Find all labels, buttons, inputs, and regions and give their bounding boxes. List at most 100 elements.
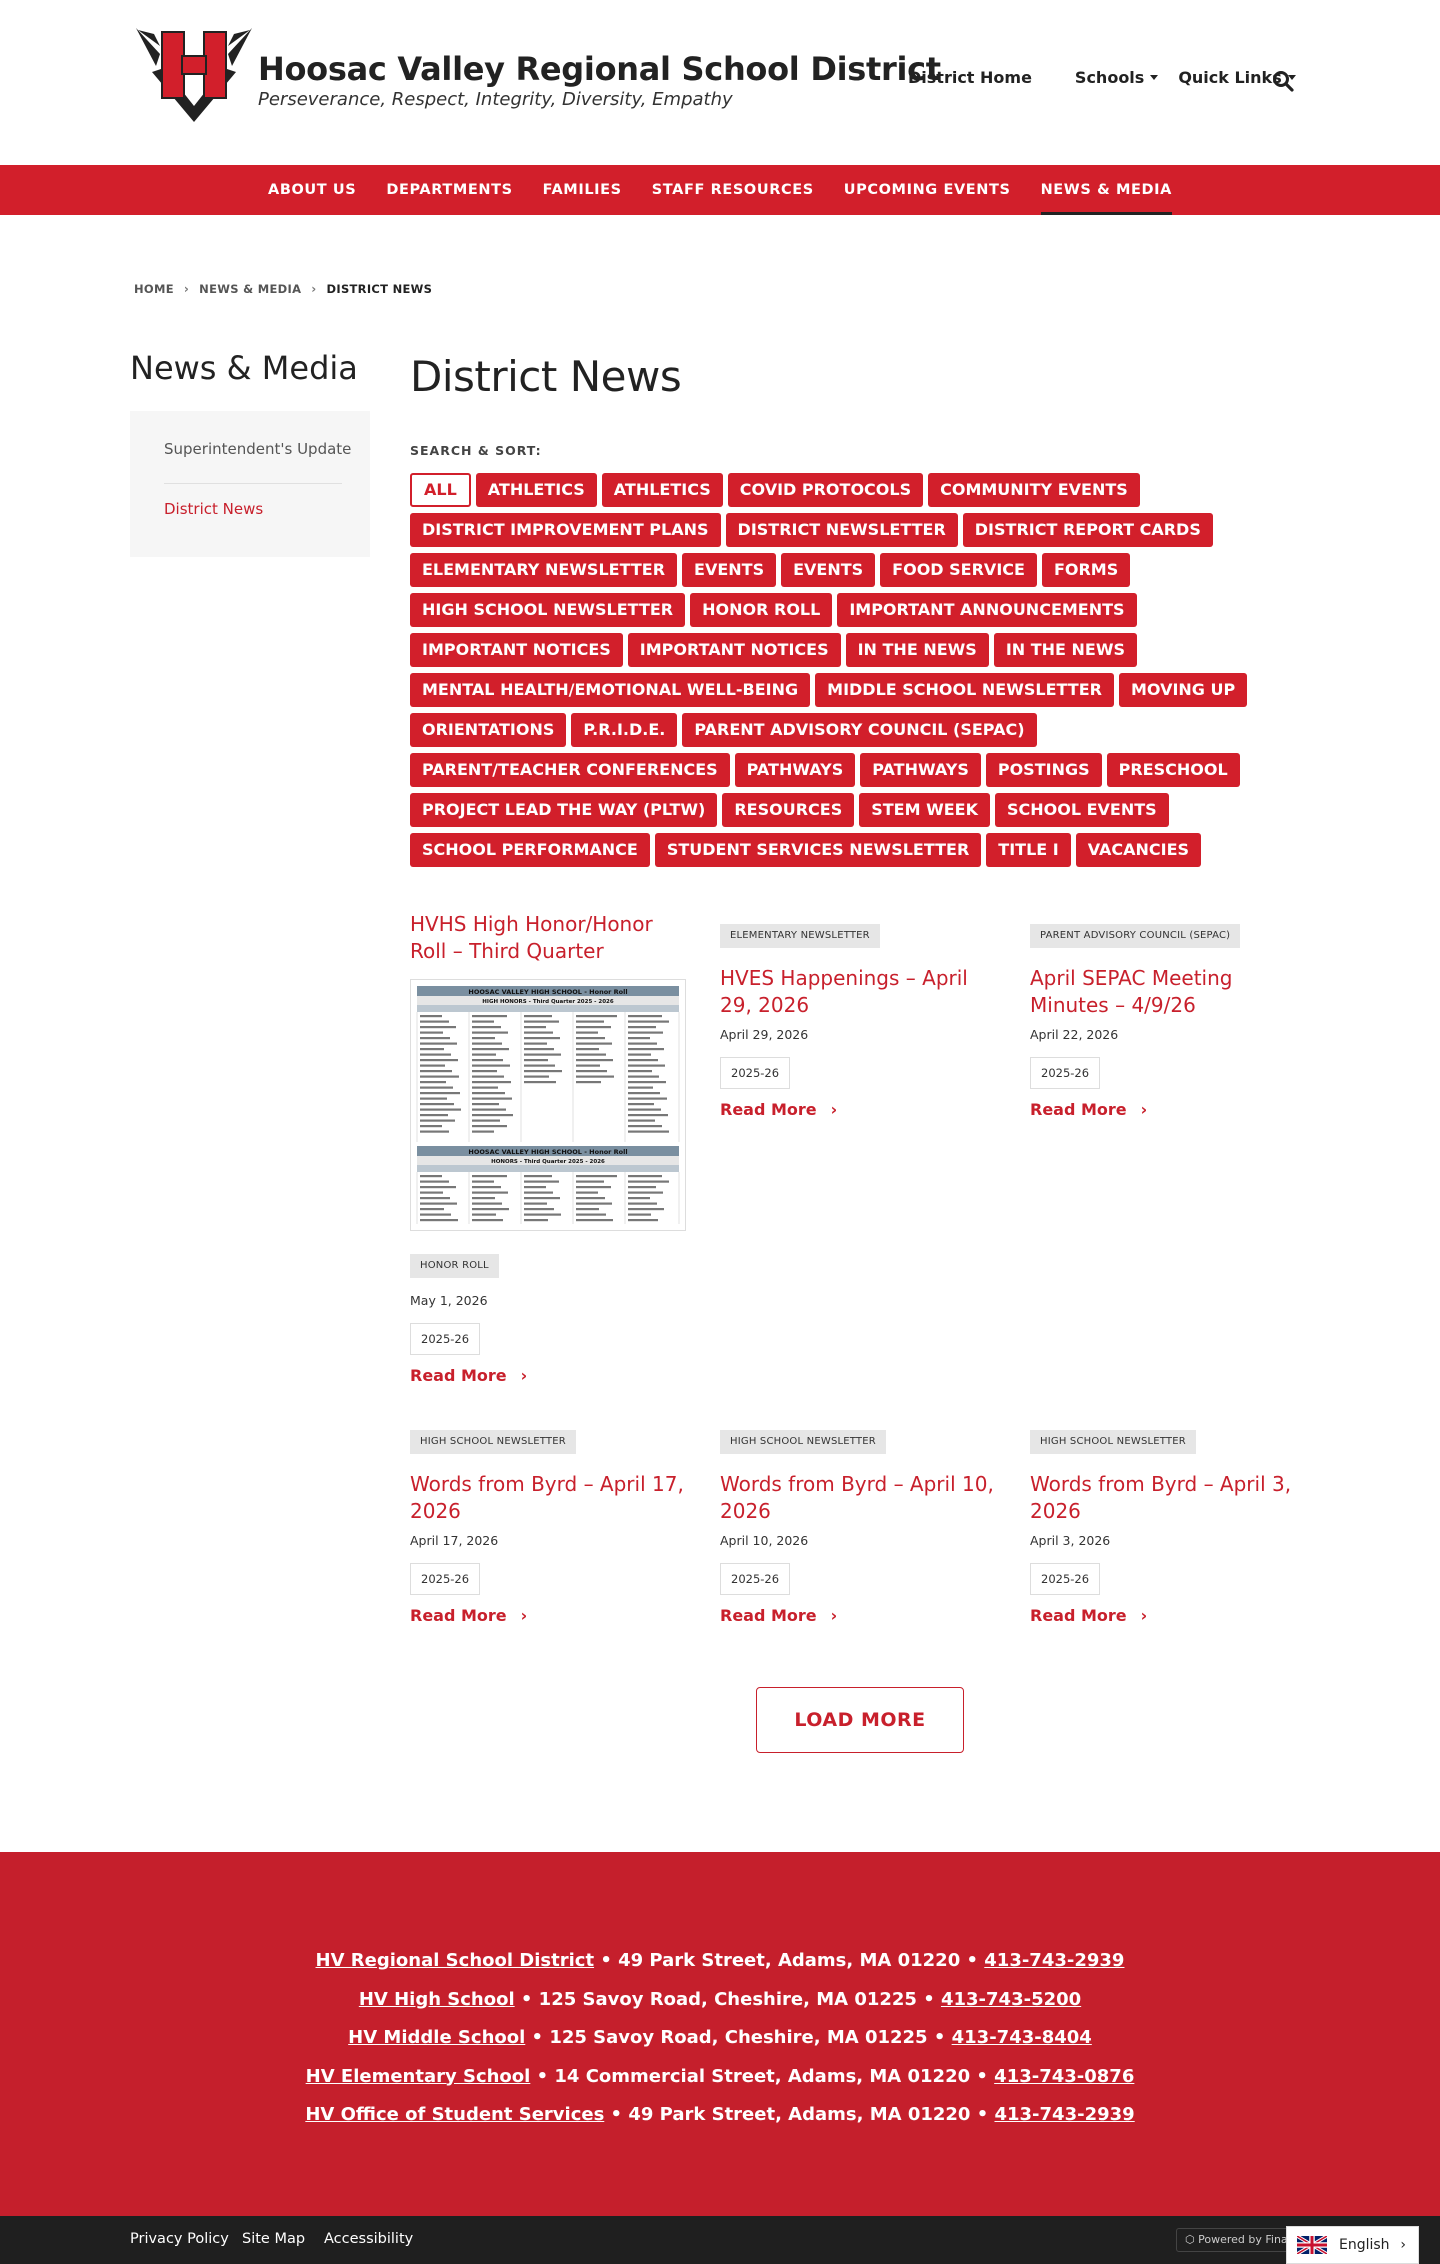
honor-roll-row-line <box>420 1202 457 1205</box>
filter-chip-athletics[interactable]: ATHLETICS <box>475 473 597 507</box>
filter-chip-resources[interactable]: RESOURCES <box>722 793 855 827</box>
read-more-link[interactable]: Read More › <box>410 1606 527 1625</box>
sidebar-item-district-news[interactable]: District News <box>164 500 263 518</box>
filter-chip-high-school-newsletter[interactable]: HIGH SCHOOL NEWSLETTER <box>410 593 686 627</box>
accessibility-link[interactable]: Accessibility <box>324 2231 413 2247</box>
filter-chip-stem-week[interactable]: STEM WEEK <box>859 793 990 827</box>
privacy-policy-link[interactable]: Privacy Policy <box>130 2231 229 2247</box>
filter-chip-covid-protocols[interactable]: COVID PROTOCOLS <box>727 473 924 507</box>
footer-phone-link[interactable]: 413-743-8404 <box>952 2027 1092 2048</box>
nav-staff-resources[interactable]: STAFF RESOURCES <box>637 165 829 215</box>
nav-about-us[interactable]: ABOUT US <box>253 165 371 215</box>
read-more-link[interactable]: Read More › <box>1030 1606 1147 1625</box>
news-card-year-tag[interactable]: 2025-26 <box>720 1057 791 1089</box>
filter-chip-district-newsletter[interactable]: DISTRICT NEWSLETTER <box>725 513 958 547</box>
news-card-title[interactable]: Words from Byrd – April 3, 2026 <box>1030 1471 1310 1525</box>
nav-upcoming-events[interactable]: UPCOMING EVENTS <box>829 165 1026 215</box>
nav-families[interactable]: FAMILIES <box>528 165 637 215</box>
filter-chip-title-i[interactable]: TITLE I <box>986 833 1071 867</box>
honor-roll-row-line <box>628 1020 669 1023</box>
news-card-year-tag[interactable]: 2025-26 <box>410 1563 481 1595</box>
nav-departments[interactable]: DEPARTMENTS <box>371 165 527 215</box>
filter-chip-postings[interactable]: POSTINGS <box>985 753 1102 787</box>
footer-school-link[interactable]: HV High School <box>359 1989 515 2010</box>
filter-chip-preschool[interactable]: PRESCHOOL <box>1106 753 1240 787</box>
filter-chip-important-notices[interactable]: IMPORTANT NOTICES <box>410 633 623 667</box>
read-more-link[interactable]: Read More › <box>720 1606 837 1625</box>
news-card-title[interactable]: HVES Happenings – April 29, 2026 <box>720 965 1000 1019</box>
breadcrumb-home[interactable]: HOME <box>134 282 174 296</box>
footer-phone-link[interactable]: 413-743-2939 <box>994 2104 1134 2125</box>
filter-chip-food-service[interactable]: FOOD SERVICE <box>880 553 1037 587</box>
filter-chip-important-announcements[interactable]: IMPORTANT ANNOUNCEMENTS <box>837 593 1137 627</box>
filter-chip-school-performance[interactable]: SCHOOL PERFORMANCE <box>410 833 650 867</box>
news-card-category[interactable]: HIGH SCHOOL NEWSLETTER <box>1030 1430 1196 1454</box>
read-more-link[interactable]: Read More › <box>720 1100 837 1119</box>
footer-school-link[interactable]: HV Office of Student Services <box>305 2104 604 2125</box>
filter-chip-district-report-cards[interactable]: DISTRICT REPORT CARDS <box>962 513 1213 547</box>
filter-chip-in-the-news[interactable]: IN THE NEWS <box>993 633 1138 667</box>
filter-chip-athletics[interactable]: ATHLETICS <box>601 473 723 507</box>
news-card-title[interactable]: Words from Byrd – April 17, 2026 <box>410 1471 690 1525</box>
filter-chip-moving-up[interactable]: MOVING UP <box>1118 673 1248 707</box>
breadcrumb-news-media[interactable]: NEWS & MEDIA <box>199 282 301 296</box>
filter-chip-events[interactable]: EVENTS <box>682 553 777 587</box>
filter-chip-events[interactable]: EVENTS <box>781 553 876 587</box>
site-map-link[interactable]: Site Map <box>242 2231 305 2247</box>
news-card-title[interactable]: Words from Byrd – April 10, 2026 <box>720 1471 1000 1525</box>
filter-chip-parent-teacher-conferences[interactable]: PARENT/TEACHER CONFERENCES <box>410 753 730 787</box>
news-card-category[interactable]: HIGH SCHOOL NEWSLETTER <box>410 1430 576 1454</box>
filter-chip-middle-school-newsletter[interactable]: MIDDLE SCHOOL NEWSLETTER <box>815 673 1114 707</box>
footer-phone-link[interactable]: 413-743-0876 <box>994 2066 1134 2087</box>
breadcrumb-current: DISTRICT NEWS <box>326 282 433 296</box>
footer-school-link[interactable]: HV Regional School District <box>316 1950 595 1971</box>
filter-chip-student-services-newsletter[interactable]: STUDENT SERVICES NEWSLETTER <box>654 833 982 867</box>
powered-by-badge[interactable]: ⬡ Powered by Final <box>1176 2228 1300 2252</box>
school-logo-icon[interactable] <box>134 24 254 124</box>
honor-roll-row-line <box>524 1026 546 1029</box>
news-card-year-tag[interactable]: 2025-26 <box>720 1563 791 1595</box>
filter-chip-elementary-newsletter[interactable]: ELEMENTARY NEWSLETTER <box>410 553 678 587</box>
news-card-category[interactable]: PARENT ADVISORY COUNCIL (SEPAC) <box>1030 924 1241 948</box>
news-card-title[interactable]: HVHS High Honor/Honor Roll – Third Quart… <box>410 911 690 965</box>
filter-chip-important-notices[interactable]: IMPORTANT NOTICES <box>627 633 841 667</box>
footer-phone-link[interactable]: 413-743-5200 <box>941 1989 1081 2010</box>
news-card-year-tag[interactable]: 2025-26 <box>1030 1563 1101 1595</box>
footer-location-line: HV Middle School • 125 Savoy Road, Chesh… <box>0 2019 1440 2058</box>
news-card-year-tag[interactable]: 2025-26 <box>410 1323 481 1355</box>
filter-chip-all[interactable]: ALL <box>410 473 471 507</box>
news-card-category[interactable]: HIGH SCHOOL NEWSLETTER <box>720 1430 886 1454</box>
sidebar-item-superintendents-update[interactable]: Superintendent's Update <box>164 440 351 458</box>
filter-chip-in-the-news[interactable]: IN THE NEWS <box>845 633 989 667</box>
news-card-category[interactable]: ELEMENTARY NEWSLETTER <box>720 924 880 948</box>
footer-phone-link[interactable]: 413-743-2939 <box>984 1950 1124 1971</box>
utility-district-home[interactable]: District Home <box>908 68 1032 87</box>
read-more-link[interactable]: Read More › <box>1030 1100 1147 1119</box>
honor-roll-thumbnail[interactable]: HOOSAC VALLEY HIGH SCHOOL - Honor Roll H… <box>410 979 686 1231</box>
filter-chip-district-improvement-plans[interactable]: DISTRICT IMPROVEMENT PLANS <box>410 513 721 547</box>
filter-chip-forms[interactable]: FORMS <box>1041 553 1131 587</box>
read-more-link[interactable]: Read More › <box>410 1366 527 1385</box>
news-card-title[interactable]: April SEPAC Meeting Minutes – 4/9/26 <box>1030 965 1310 1019</box>
footer-school-link[interactable]: HV Elementary School <box>306 2066 531 2087</box>
news-card-category[interactable]: HONOR ROLL <box>410 1254 499 1278</box>
language-selector[interactable]: English › <box>1286 2226 1419 2264</box>
filter-chip-orientations[interactable]: ORIENTATIONS <box>410 713 567 747</box>
filter-chip-school-events[interactable]: SCHOOL EVENTS <box>994 793 1169 827</box>
filter-chip-pathways[interactable]: PATHWAYS <box>734 753 856 787</box>
filter-chip-parent-advisory-council-sepac[interactable]: PARENT ADVISORY COUNCIL (SEPAC) <box>682 713 1037 747</box>
utility-schools-dropdown[interactable]: Schools <box>1075 68 1159 87</box>
search-icon[interactable] <box>1272 70 1294 92</box>
filter-chip-vacancies[interactable]: VACANCIES <box>1075 833 1202 867</box>
news-card-year-tag[interactable]: 2025-26 <box>1030 1057 1101 1089</box>
filter-chip-pathways[interactable]: PATHWAYS <box>860 753 981 787</box>
filter-chip-honor-roll[interactable]: HONOR ROLL <box>690 593 833 627</box>
filter-chip-community-events[interactable]: COMMUNITY EVENTS <box>928 473 1140 507</box>
filter-chip-mental-health-emotional-well-being[interactable]: MENTAL HEALTH/EMOTIONAL WELL-BEING <box>410 673 811 707</box>
site-name[interactable]: Hoosac Valley Regional School District <box>258 50 941 88</box>
load-more-button[interactable]: LOAD MORE <box>756 1687 964 1753</box>
footer-school-link[interactable]: HV Middle School <box>348 2027 525 2048</box>
filter-chip-p-r-i-d-e[interactable]: P.R.I.D.E. <box>571 713 678 747</box>
nav-news-media[interactable]: NEWS & MEDIA <box>1026 165 1187 215</box>
filter-chip-project-lead-the-way-pltw[interactable]: PROJECT LEAD THE WAY (PLTW) <box>410 793 718 827</box>
